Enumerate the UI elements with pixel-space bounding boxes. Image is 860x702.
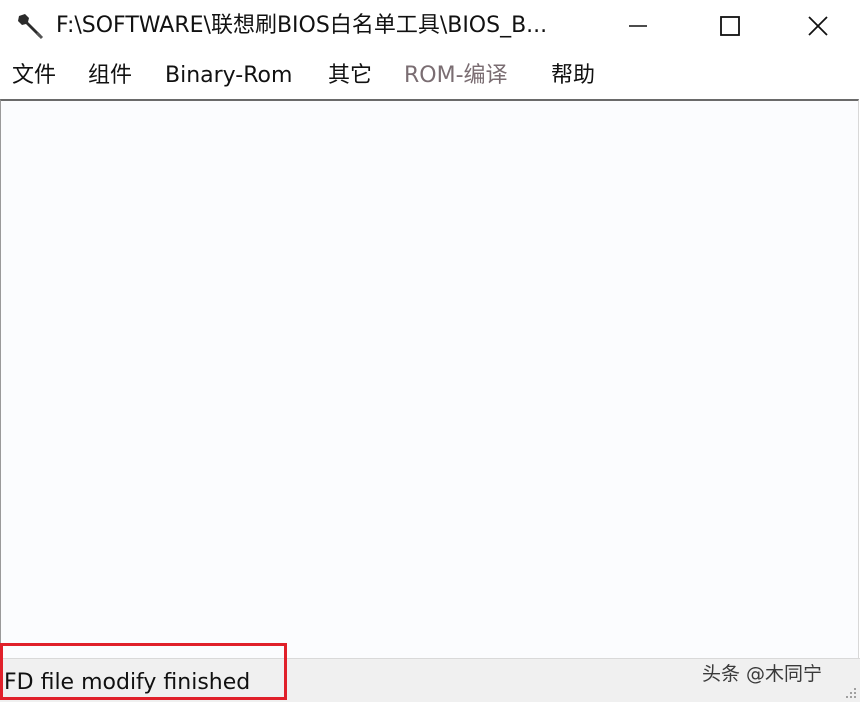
maximize-icon <box>720 16 740 36</box>
window-title: F:\SOFTWARE\联想刷BIOS白名单工具\BIOS_B... <box>56 13 548 38</box>
close-icon <box>808 16 828 36</box>
menu-binary-rom[interactable]: Binary-Rom <box>165 60 292 92</box>
resize-grip-icon[interactable] <box>842 684 858 700</box>
menu-components[interactable]: 组件 <box>88 60 132 92</box>
title-bar[interactable]: F:\SOFTWARE\联想刷BIOS白名单工具\BIOS_B... <box>0 0 860 52</box>
wrench-icon <box>18 14 44 40</box>
app-window: F:\SOFTWARE\联想刷BIOS白名单工具\BIOS_B... 文件 组件… <box>0 0 860 702</box>
status-highlight-annotation <box>0 643 287 700</box>
main-content-area[interactable] <box>0 99 859 658</box>
minimize-icon <box>629 25 647 27</box>
close-button[interactable] <box>776 0 860 52</box>
menu-other[interactable]: 其它 <box>328 60 372 92</box>
maximize-button[interactable] <box>684 0 776 52</box>
menu-rom-compile[interactable]: ROM-编译 <box>404 60 508 92</box>
minimize-button[interactable] <box>592 0 684 52</box>
menu-help[interactable]: 帮助 <box>551 60 595 92</box>
watermark: 头条 @木同宁 <box>702 663 823 685</box>
menu-bar: 文件 组件 Binary-Rom 其它 ROM-编译 帮助 <box>0 56 860 98</box>
menu-file[interactable]: 文件 <box>12 60 56 92</box>
